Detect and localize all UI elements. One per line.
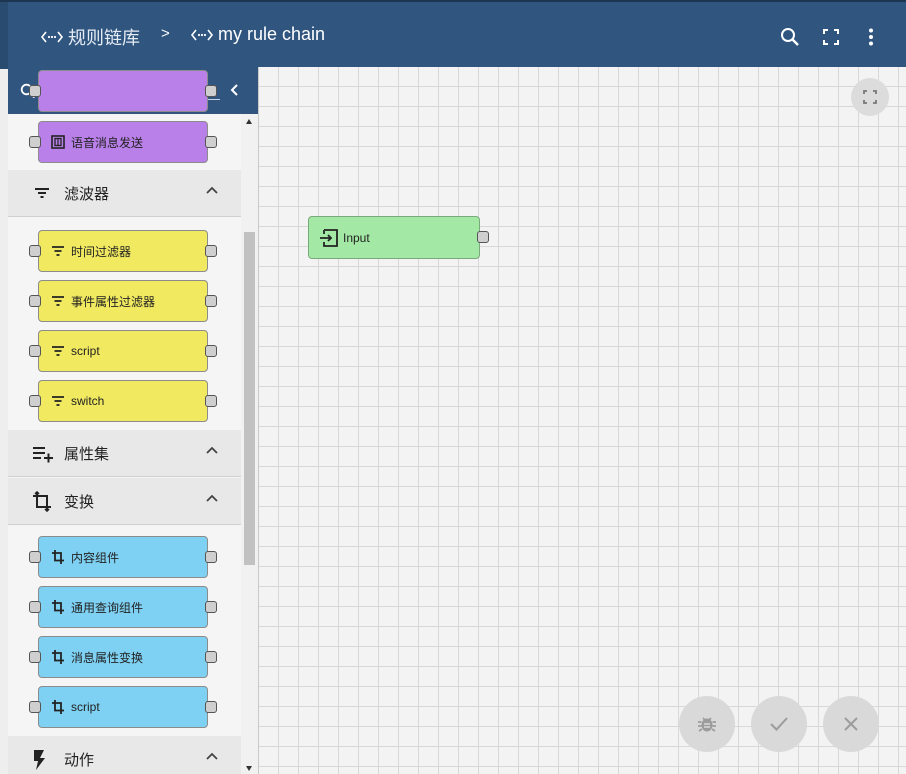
node-time-filter[interactable]: 时间过滤器	[29, 230, 217, 272]
node-msg-attr-transform[interactable]: 消息属性变换	[29, 636, 217, 678]
node-label: 内容组件	[71, 550, 120, 565]
node-script-filter[interactable]: script	[29, 330, 217, 372]
breadcrumb-root[interactable]: 规则链库	[40, 24, 140, 50]
section-title: 属性集	[64, 445, 110, 463]
breadcrumb-current-label: my rule chain	[218, 24, 326, 44]
code-arrows-icon	[40, 31, 64, 43]
search-icon	[781, 28, 799, 46]
input-node[interactable]: Input	[308, 216, 489, 259]
input-port[interactable]	[29, 295, 41, 307]
output-port[interactable]	[205, 345, 217, 357]
output-port[interactable]	[205, 651, 217, 663]
section-title: 动作	[64, 751, 95, 769]
section-title: 变换	[64, 493, 95, 511]
more-options-button[interactable]	[860, 26, 882, 48]
node-script-transform[interactable]: script	[29, 686, 217, 728]
filter-icon	[51, 245, 65, 257]
node-generic-query[interactable]: 通用查询组件	[29, 586, 217, 628]
output-port[interactable]	[205, 701, 217, 713]
output-port[interactable]	[205, 601, 217, 613]
node-label: script	[71, 700, 100, 714]
scrollbar-thumb[interactable]	[244, 232, 255, 565]
node-label: 时间过滤器	[71, 244, 132, 259]
input-port[interactable]	[29, 85, 41, 97]
canvas-fullscreen-button[interactable]	[851, 78, 889, 116]
node-partial[interactable]	[29, 70, 217, 112]
close-icon	[844, 717, 858, 731]
more-vert-icon	[869, 28, 873, 46]
debug-button[interactable]	[679, 696, 735, 752]
node-label: switch	[71, 394, 105, 408]
output-port[interactable]	[205, 85, 217, 97]
section-transform[interactable]: 变换	[8, 478, 241, 525]
node-event-attr-filter[interactable]: 事件属性过滤器	[29, 280, 217, 322]
playlist-add-icon	[33, 447, 53, 463]
chevron-up-icon	[206, 186, 218, 194]
node-label: script	[71, 344, 100, 358]
output-port[interactable]	[205, 295, 217, 307]
filter-icon	[51, 295, 65, 307]
section-action[interactable]: 动作	[8, 736, 241, 774]
transform-icon	[51, 549, 65, 565]
transform-icon	[33, 491, 51, 513]
node-list: 语音消息发送 滤波器 时间过滤器 事件属性过滤器 script switch 属…	[8, 70, 241, 774]
rule-chain-canvas[interactable]: Input	[259, 67, 906, 774]
search-button[interactable]	[779, 26, 801, 48]
transform-icon	[51, 699, 65, 715]
output-port[interactable]	[205, 395, 217, 407]
node-content-component[interactable]: 内容组件	[29, 536, 217, 578]
node-label: 事件属性过滤器	[71, 294, 156, 309]
fullscreen-icon	[863, 90, 877, 104]
breadcrumb-root-label: 规则链库	[68, 28, 140, 48]
node-switch-filter[interactable]: switch	[29, 380, 217, 422]
input-port[interactable]	[29, 136, 41, 148]
fullscreen-button[interactable]	[820, 26, 842, 48]
external-service-icon	[51, 135, 65, 149]
revert-changes-button[interactable]	[823, 696, 879, 752]
input-port[interactable]	[29, 651, 41, 663]
node-label: 通用查询组件	[71, 600, 144, 615]
chevron-up-icon	[206, 446, 218, 454]
node-label: 消息属性变换	[71, 650, 144, 665]
output-port[interactable]	[205, 551, 217, 563]
section-title: 滤波器	[64, 185, 110, 203]
node-voice-message[interactable]: 语音消息发送	[29, 121, 217, 163]
scroll-down-arrow-icon[interactable]	[246, 766, 252, 771]
transform-icon	[51, 599, 65, 615]
input-icon	[319, 228, 339, 247]
check-icon	[770, 717, 788, 731]
transform-icon	[51, 649, 65, 665]
output-port[interactable]	[205, 136, 217, 148]
breadcrumb-current: my rule chain	[190, 24, 325, 45]
input-port[interactable]	[29, 601, 41, 613]
input-port[interactable]	[29, 395, 41, 407]
input-port[interactable]	[29, 345, 41, 357]
input-port[interactable]	[29, 551, 41, 563]
flash-icon	[34, 750, 45, 770]
output-port[interactable]	[205, 245, 217, 257]
chevron-left-icon[interactable]	[230, 83, 240, 97]
node-label: 语音消息发送	[71, 135, 144, 150]
output-port[interactable]	[477, 231, 489, 243]
node-library-sidebar: 语音消息发送 滤波器 时间过滤器 事件属性过滤器 script	[8, 67, 259, 774]
filter-icon	[51, 395, 65, 407]
scroll-up-arrow-icon[interactable]	[246, 119, 252, 124]
filter-icon	[35, 188, 49, 198]
fullscreen-icon	[823, 29, 839, 45]
code-arrows-icon	[190, 29, 214, 40]
apply-changes-button[interactable]	[751, 696, 807, 752]
input-port[interactable]	[29, 701, 41, 713]
filter-icon	[51, 345, 65, 357]
top-toolbar: 规则链库 > my rule chain	[0, 0, 906, 69]
breadcrumb-separator: >	[161, 25, 170, 42]
chevron-up-icon	[206, 494, 218, 502]
section-filter[interactable]: 滤波器	[8, 170, 241, 217]
sidebar-scrollbar[interactable]	[241, 114, 258, 774]
section-attribute-set[interactable]: 属性集	[8, 430, 241, 477]
input-node-label: Input	[343, 230, 370, 245]
chevron-up-icon	[206, 752, 218, 760]
debug-icon	[698, 717, 716, 732]
input-port[interactable]	[29, 245, 41, 257]
left-edge-strip	[0, 2, 8, 69]
